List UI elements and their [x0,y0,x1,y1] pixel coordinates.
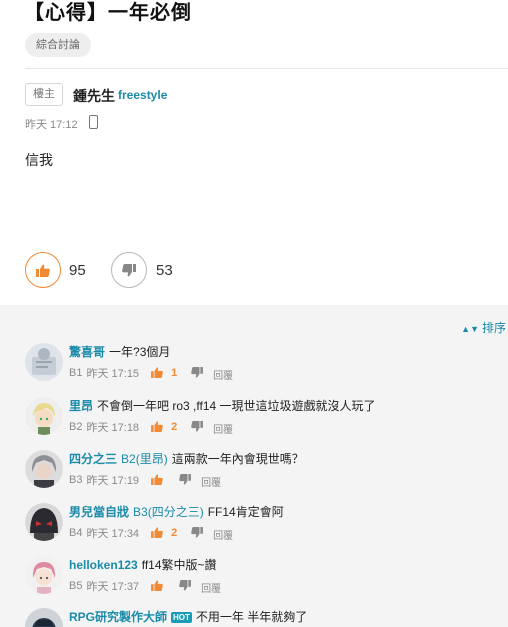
comment-like-button[interactable] [151,580,175,591]
comment-text: 不會倒一年吧 ro3 ,ff14 一現世這垃圾遊戲就沒人玩了 [97,399,376,413]
comment-line: 里昂 不會倒一年吧 ro3 ,ff14 一現世這垃圾遊戲就沒人玩了 [69,397,376,414]
comment-line: 驚喜哥 一年?3個月 [69,343,170,360]
comment-like-count: 1 [171,366,178,379]
comment-reply-link[interactable]: 回覆 [201,474,221,489]
avatar-blonde-icon[interactable] [25,397,63,435]
thumbs-down-icon [191,527,203,538]
comments-section: ▲▼ 排序 驚喜哥 一年?3個月 B1 昨天 17:15 1 回覆 里昂 不會倒一年吧… [0,305,508,627]
post-time: 昨天 17:12 [25,119,78,131]
mobile-device-icon [89,115,98,129]
comment-floor: B2 [69,420,83,433]
comment-reply-link[interactable]: 回覆 [213,421,233,436]
comment-item: 驚喜哥 一年?3個月 B1 昨天 17:15 1 回覆 [25,343,508,388]
comment-dislike-button[interactable] [179,580,191,591]
upvote-button[interactable] [25,252,61,288]
comment-like-count: 2 [171,526,178,539]
upvote-count: 95 [69,262,86,279]
comment-floor: B4 [69,526,83,539]
thumbs-up-icon [151,421,163,432]
comment-meta: B1 昨天 17:15 1 回覆 [69,363,233,383]
comment-floor: B5 [69,579,83,592]
sort-arrows-icon: ▲▼ [461,324,479,334]
comment-reply-link[interactable]: 回覆 [213,527,233,542]
thumbs-up-icon [151,474,163,485]
thumbs-up-icon [151,527,163,538]
sort-button[interactable]: ▲▼ 排序 [461,319,506,336]
post-body: 信我 [25,152,53,168]
thumbs-down-icon [179,580,191,591]
author-id[interactable]: freestyle [118,88,167,102]
comment-meta: B4 昨天 17:34 2 回覆 [69,523,233,543]
board-tag[interactable]: 綜合討論 [25,33,91,57]
comment-text: FF14肯定會阿 [207,505,284,519]
comment-reply-link[interactable]: 回覆 [201,580,221,595]
comment-user[interactable]: RPG研究製作大師 [69,610,167,624]
comment-text: 一年?3個月 [109,345,171,359]
avatar-silver-hair-icon[interactable] [25,450,63,488]
comment-time: 昨天 17:15 [86,367,140,380]
thumbs-up-icon [151,367,163,378]
comment-item: helloken123 ff14繁中版~讚 B5 昨天 17:37 回覆 [25,556,508,601]
comment-user[interactable]: 四分之三 [69,452,117,466]
thumbs-up-icon [151,580,163,591]
op-badge: 樓主 [25,83,63,106]
comment-dislike-button[interactable] [191,527,203,538]
comment-line: RPG研究製作大師 HOT 不用一年 半年就夠了 [69,608,307,625]
comment-item: 男兒當自戕 B3(四分之三) FF14肯定會阿 B4 昨天 17:34 2 回覆 [25,503,508,548]
thumbs-down-icon [122,263,136,276]
avatar-dark-icon[interactable] [25,608,63,627]
avatar-generic-icon[interactable] [25,343,63,381]
comment-line: helloken123 ff14繁中版~讚 [69,556,217,573]
post-section: 【心得】一年必倒 綜合討論 樓主 鍾先生 freestyle 昨天 17:12 … [0,0,508,305]
comment-text: ff14繁中版~讚 [141,558,217,572]
thumbs-down-icon [191,367,203,378]
downvote-count: 53 [156,262,173,279]
comment-line: 男兒當自戕 B3(四分之三) FF14肯定會阿 [69,503,284,520]
comment-floor: B3 [69,473,83,486]
comment-line: 四分之三 B2(里昂) 這兩款一年內會現世嗎？ [69,450,304,467]
comment-item: RPG研究製作大師 HOT 不用一年 半年就夠了 [25,608,508,627]
divider [25,68,508,69]
thumbs-down-icon [191,421,203,432]
comment-time: 昨天 17:18 [86,421,140,434]
reply-to[interactable]: B2(里昂) [121,452,168,466]
comment-text: 這兩款一年內會現世嗎？ [171,452,304,466]
avatar-dark-helmet-icon[interactable] [25,503,63,541]
comment-user[interactable]: 男兒當自戕 [69,505,129,519]
comment-meta: B5 昨天 17:37 回覆 [69,576,221,596]
comment-like-button[interactable] [151,474,175,485]
thumbs-up-icon [36,264,50,277]
comment-time: 昨天 17:34 [86,527,140,540]
sort-label: 排序 [481,321,506,335]
comment-user[interactable]: 驚喜哥 [69,345,105,359]
comment-dislike-button[interactable] [191,421,203,432]
comment-floor: B1 [69,366,83,379]
comment-dislike-button[interactable] [179,474,191,485]
comment-item: 四分之三 B2(里昂) 這兩款一年內會現世嗎？ B3 昨天 17:19 回覆 [25,450,508,495]
comment-dislike-button[interactable] [191,367,203,378]
comment-time: 昨天 17:37 [86,580,140,593]
hot-badge: HOT [171,612,192,623]
comment-user[interactable]: 里昂 [69,399,93,413]
downvote-button[interactable] [111,252,147,288]
reply-to[interactable]: B3(四分之三) [133,505,204,519]
post-title: 【心得】一年必倒 [24,2,192,24]
comment-text: 不用一年 半年就夠了 [195,610,308,624]
comment-item: 里昂 不會倒一年吧 ro3 ,ff14 一現世這垃圾遊戲就沒人玩了 B2 昨天 1… [25,397,508,442]
comment-meta: B2 昨天 17:18 2 回覆 [69,417,233,437]
comment-time: 昨天 17:19 [86,474,140,487]
avatar-pink-hair-icon[interactable] [25,556,63,594]
comment-reply-link[interactable]: 回覆 [213,367,233,382]
comment-like-count: 2 [171,420,178,433]
author-name[interactable]: 鍾先生 [73,86,115,106]
comment-meta: B3 昨天 17:19 回覆 [69,470,221,490]
comment-user[interactable]: helloken123 [69,558,138,572]
thumbs-down-icon [179,474,191,485]
